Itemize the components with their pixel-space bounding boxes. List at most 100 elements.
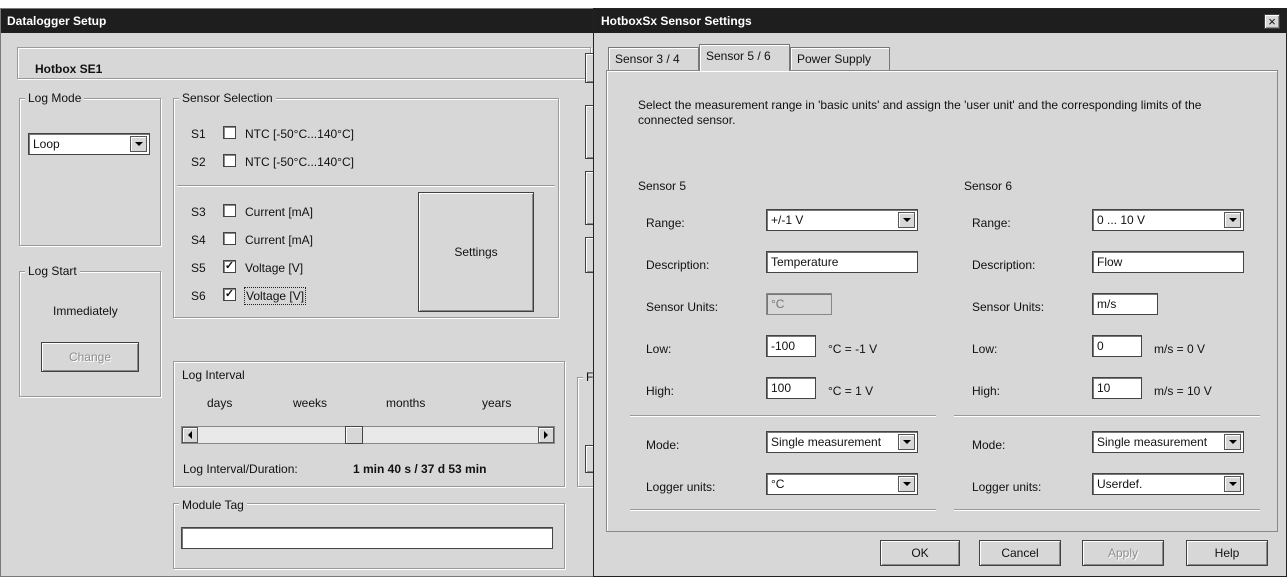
sensor5-low-input[interactable]: -100 xyxy=(766,335,816,357)
sensor6-sensor-units-input[interactable]: m/s xyxy=(1092,293,1158,315)
tab-power-supply[interactable]: Power Supply xyxy=(790,47,890,71)
tab-sensor-5-6[interactable]: Sensor 5 / 6 xyxy=(699,44,790,71)
sensor-checkbox-s1[interactable] xyxy=(223,126,236,139)
sensor6-logger-units-label: Logger units: xyxy=(972,480,1042,494)
interval-scale-years: years xyxy=(482,396,512,410)
sensor6-description-label: Description: xyxy=(972,258,1036,272)
module-tag-label: Module Tag xyxy=(179,498,247,512)
interval-scale-months: months xyxy=(386,396,426,410)
sensor6-mode-select[interactable]: Single measurement xyxy=(1092,431,1244,453)
cancel-button[interactable]: Cancel xyxy=(979,540,1061,566)
sensor-checkbox-s2[interactable] xyxy=(223,154,236,167)
interval-scale-days: days xyxy=(207,396,233,410)
sensor6-range-select[interactable]: 0 ... 10 V xyxy=(1092,209,1244,231)
sensor6-logger-units-value: Userdef. xyxy=(1097,477,1143,491)
sensor5-range-select[interactable]: +/-1 V xyxy=(766,209,918,231)
scroll-left-icon[interactable] xyxy=(182,427,198,443)
sensor5-mode-value: Single measurement xyxy=(771,435,882,449)
sensor-id-s1: S1 xyxy=(191,127,206,141)
log-interval-slider-thumb[interactable] xyxy=(345,426,363,444)
sensor6-high-label: High: xyxy=(972,384,1001,398)
sensor-id-s3: S3 xyxy=(191,205,206,219)
sensor5-title: Sensor 5 xyxy=(638,179,687,193)
sensor6-divider-top xyxy=(954,415,1260,417)
sensor6-description-input[interactable]: Flow xyxy=(1092,251,1244,273)
device-tab-label[interactable]: Hotbox SE1 xyxy=(35,62,102,76)
log-interval-label: Log Interval xyxy=(179,368,248,382)
instructions-text: Select the measurement range in 'basic u… xyxy=(638,98,1202,127)
sensor-settings-dialog: HotboxSx Sensor Settings × Sensor 3 / 4 … xyxy=(593,8,1287,577)
log-mode-select[interactable]: Loop xyxy=(28,133,150,155)
sensor5-divider-top xyxy=(630,415,936,417)
log-start-label: Log Start xyxy=(25,264,80,278)
sensor5-sensor-units-label: Sensor Units: xyxy=(646,300,719,314)
sensor-checkbox-s3[interactable] xyxy=(223,204,236,217)
sensor-checkbox-s4[interactable] xyxy=(223,232,236,245)
log-start-value: Immediately xyxy=(53,304,118,318)
sensor-selection-divider xyxy=(177,185,555,187)
sensor-label-s5: Voltage [V] xyxy=(245,261,304,275)
sensor5-range-value: +/-1 V xyxy=(771,213,804,227)
sensor-label-s2: NTC [-50°C...140°C] xyxy=(245,155,354,169)
sensor5-divider-bottom xyxy=(630,509,936,511)
sensor5-logger-units-dropdown-icon[interactable] xyxy=(898,476,915,492)
scroll-right-icon[interactable] xyxy=(538,427,554,443)
sensor6-range-value: 0 ... 10 V xyxy=(1097,213,1146,227)
sensor5-high-hint: °C = 1 V xyxy=(828,384,874,398)
device-tab-panel xyxy=(17,47,591,79)
ok-button[interactable]: OK xyxy=(880,540,960,566)
sensor6-logger-units-select[interactable]: Userdef. xyxy=(1092,473,1244,495)
sensor6-high-input[interactable]: 10 xyxy=(1092,377,1142,399)
sensor5-sensor-units-field: °C xyxy=(766,293,832,315)
sensor6-mode-value: Single measurement xyxy=(1097,435,1208,449)
sensor-id-s4: S4 xyxy=(191,233,206,247)
close-icon[interactable]: × xyxy=(1264,14,1280,29)
sensor6-mode-dropdown-icon[interactable] xyxy=(1224,434,1241,450)
sensor5-range-label: Range: xyxy=(646,216,685,230)
sensor5-mode-select[interactable]: Single measurement xyxy=(766,431,918,453)
sensor6-range-dropdown-icon[interactable] xyxy=(1224,212,1241,228)
log-start-group xyxy=(19,271,161,397)
datalogger-setup-window: Datalogger Setup Hotbox SE1 Log Mode Loo… xyxy=(0,8,607,577)
sensor-label-s3: Current [mA] xyxy=(245,205,314,219)
sensor-selection-label: Sensor Selection xyxy=(179,91,276,105)
sensor5-logger-units-select[interactable]: °C xyxy=(766,473,918,495)
sensor5-mode-dropdown-icon[interactable] xyxy=(898,434,915,450)
sensor-id-s2: S2 xyxy=(191,155,206,169)
interval-scale-weeks: weeks xyxy=(293,396,328,410)
sensor5-mode-label: Mode: xyxy=(646,438,680,452)
log-mode-group xyxy=(19,98,161,246)
log-mode-label: Log Mode xyxy=(25,91,85,105)
sensor6-low-input[interactable]: 0 xyxy=(1092,335,1142,357)
help-button[interactable]: Help xyxy=(1186,540,1268,566)
sensor6-title: Sensor 6 xyxy=(964,179,1013,193)
tab-sensor-3-4[interactable]: Sensor 3 / 4 xyxy=(608,47,699,71)
sensor5-logger-units-label: Logger units: xyxy=(646,480,716,494)
sensor-id-s5: S5 xyxy=(191,261,206,275)
sensor6-low-hint: m/s = 0 V xyxy=(1154,342,1206,356)
sensor6-high-hint: m/s = 10 V xyxy=(1154,384,1212,398)
sensor-id-s6: S6 xyxy=(191,289,206,303)
log-mode-dropdown-icon[interactable] xyxy=(130,136,147,152)
apply-button[interactable]: Apply xyxy=(1082,540,1164,566)
log-interval-summary-label: Log Interval/Duration: xyxy=(183,462,298,476)
sensor6-logger-units-dropdown-icon[interactable] xyxy=(1224,476,1241,492)
log-interval-scrollbar[interactable] xyxy=(181,426,555,444)
sensor-checkbox-s6[interactable]: ✓ xyxy=(223,288,236,301)
sensor-checkbox-s5[interactable]: ✓ xyxy=(223,260,236,273)
log-mode-value: Loop xyxy=(33,137,60,151)
sensor5-range-dropdown-icon[interactable] xyxy=(898,212,915,228)
sensor6-mode-label: Mode: xyxy=(972,438,1006,452)
sensor-label-s6: Voltage [V] xyxy=(244,287,307,305)
sensor5-low-hint: °C = -1 V xyxy=(828,342,878,356)
log-interval-summary-value: 1 min 40 s / 37 d 53 min xyxy=(353,462,487,476)
sensor6-divider-bottom xyxy=(954,509,1260,511)
change-start-button[interactable]: Change xyxy=(41,342,139,372)
sensor-label-s4: Current [mA] xyxy=(245,233,314,247)
sensor6-range-label: Range: xyxy=(972,216,1011,230)
module-tag-input[interactable] xyxy=(181,527,553,549)
sensor5-low-label: Low: xyxy=(646,342,672,356)
sensor-settings-button[interactable]: Settings xyxy=(418,192,534,312)
sensor5-description-input[interactable]: Temperature xyxy=(766,251,918,273)
sensor5-high-input[interactable]: 100 xyxy=(766,377,816,399)
